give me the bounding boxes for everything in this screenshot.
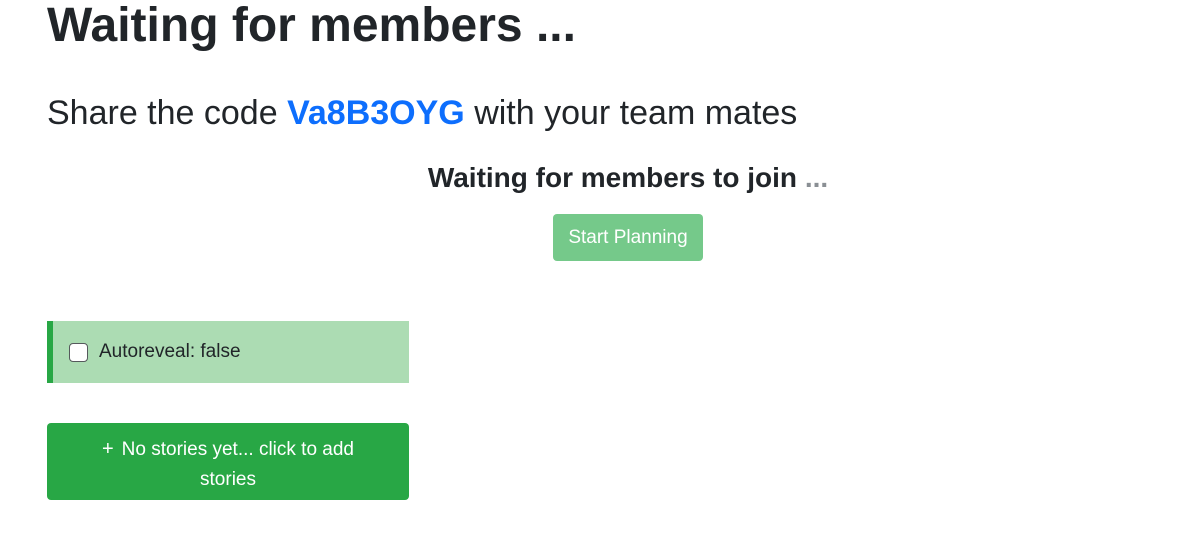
autoreveal-checkbox[interactable] [69,342,88,362]
share-prefix: Share the code [47,94,278,132]
session-code: Va8B3OYG [287,94,465,132]
autoreveal-toggle[interactable]: Autoreveal: false [47,321,409,383]
page-title: Waiting for members ... [47,0,576,52]
share-suffix: with your team mates [474,94,798,132]
add-stories-button[interactable]: + No stories yet... click to add stories [47,423,409,500]
waiting-text: Waiting for members to join [427,162,798,193]
page: Waiting for members ... Share the code V… [0,0,1177,536]
add-stories-label: No stories yet... click to add stories [121,439,354,490]
share-code-line: Share the code Va8B3OYG with your team m… [47,92,797,134]
waiting-message: Waiting for members to join ... [0,158,1177,198]
plus-icon: + [101,438,114,460]
start-planning-button[interactable]: Start Planning [553,214,703,261]
waiting-panel: Waiting for members to join ... Start Pl… [0,158,1177,261]
autoreveal-label: Autoreveal: false [99,341,241,362]
loading-dots: ... [804,162,829,193]
